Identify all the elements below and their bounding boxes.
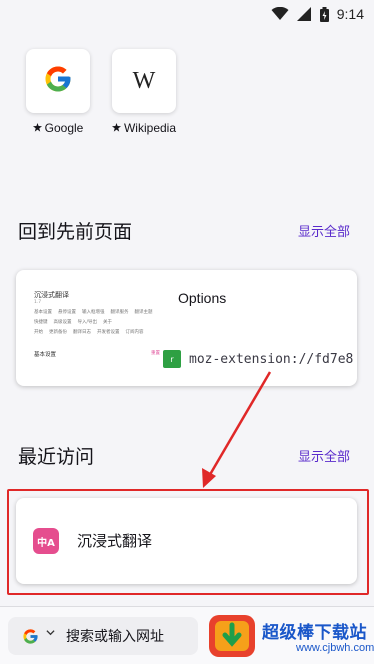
tab-favicon-icon: r	[163, 350, 181, 368]
thumbnail-row: 快捷键 高级设置 导入/导出 关于	[34, 319, 166, 325]
watermark-logo-icon	[207, 613, 257, 659]
thumbnail-footer-link: 重置	[151, 351, 160, 356]
recently-visited-show-all[interactable]: 显示全部	[298, 446, 350, 465]
search-input[interactable]: 搜索或输入网址	[8, 617, 198, 655]
thumbnail-cell: 快捷键	[34, 320, 48, 325]
recently-visited-title: 最近访问	[18, 446, 95, 468]
thumbnail-cell: 高级设置	[53, 320, 72, 325]
top-sites: Google W Wikipedia	[26, 49, 176, 135]
wikipedia-logo-icon: W	[132, 67, 156, 94]
watermark-url: www.cjbwh.com	[296, 642, 374, 654]
tab-title: Options	[178, 290, 227, 306]
shortcut-wikipedia[interactable]: W Wikipedia	[111, 49, 177, 135]
thumbnail-cell: 开发者设置	[97, 330, 120, 335]
thumbnail-cell: 翻译服务	[110, 310, 129, 315]
signal-icon	[296, 7, 312, 21]
chevron-down-icon[interactable]	[46, 628, 55, 640]
shortcut-google-label: Google	[44, 121, 84, 135]
wifi-icon	[271, 7, 289, 21]
search-placeholder[interactable]: 搜索或输入网址	[66, 626, 164, 646]
status-bar: 9:14	[0, 0, 374, 28]
thumbnail-cell: 翻译日志	[73, 330, 91, 335]
thumbnail-cell: 导入/导出	[77, 320, 98, 325]
thumbnail-row: 开始 更新备份 翻译日志 开发者设置 订阅内容	[34, 329, 166, 335]
recently-visited-item[interactable]: 中A 沉浸式翻译	[16, 498, 357, 584]
tab-thumbnail: 沉浸式翻译 1.7 基本设置 悬停设置 输入框增强 翻译服务 翻译主题 快捷键 …	[34, 290, 166, 374]
thumbnail-cell: 基本设置	[34, 310, 52, 315]
thumbnail-cell: 悬停设置	[58, 310, 76, 315]
recent-tab-card[interactable]: 沉浸式翻译 1.7 基本设置 悬停设置 输入框增强 翻译服务 翻译主题 快捷键 …	[16, 270, 357, 386]
thumbnail-cell: 更新备份	[49, 330, 67, 335]
immersive-translate-icon: 中A	[33, 528, 59, 554]
thumbnail-footer: 基本设置 重置	[34, 350, 160, 358]
thumbnail-title: 沉浸式翻译	[34, 291, 69, 299]
thumbnail-cell: 开始	[34, 330, 43, 335]
thumbnail-cell: 订阅内容	[125, 330, 144, 335]
watermark-text: 超级棒下载站	[262, 623, 367, 643]
shortcut-tile[interactable]	[26, 49, 90, 113]
shortcut-google[interactable]: Google	[26, 49, 90, 135]
thumbnail-cell: 翻译主题	[134, 310, 153, 315]
status-time: 9:14	[336, 6, 364, 22]
battery-icon	[319, 6, 329, 22]
thumbnail-version: 1.7	[34, 300, 42, 305]
pin-icon	[111, 121, 121, 135]
jump-back-in-show-all[interactable]: 显示全部	[298, 221, 350, 240]
shortcut-wikipedia-label: Wikipedia	[123, 121, 177, 135]
thumbnail-row: 基本设置 悬停设置 输入框增强 翻译服务 翻译主题	[34, 309, 166, 315]
google-logo-icon	[43, 64, 73, 98]
thumbnail-cell: 输入框增强	[82, 310, 105, 315]
shortcut-tile[interactable]: W	[112, 49, 176, 113]
thumbnail-cell: 关于	[103, 320, 113, 325]
jump-back-in-title: 回到先前页面	[18, 221, 133, 243]
shortcut-label: Wikipedia	[111, 121, 177, 135]
thumbnail-footer-label: 基本设置	[34, 352, 57, 358]
tab-url: moz-extension://fd7e8	[189, 352, 354, 367]
google-logo-icon[interactable]	[22, 628, 39, 649]
pin-icon	[32, 121, 42, 135]
shortcut-label: Google	[32, 121, 84, 135]
recently-visited-label: 沉浸式翻译	[77, 532, 153, 550]
